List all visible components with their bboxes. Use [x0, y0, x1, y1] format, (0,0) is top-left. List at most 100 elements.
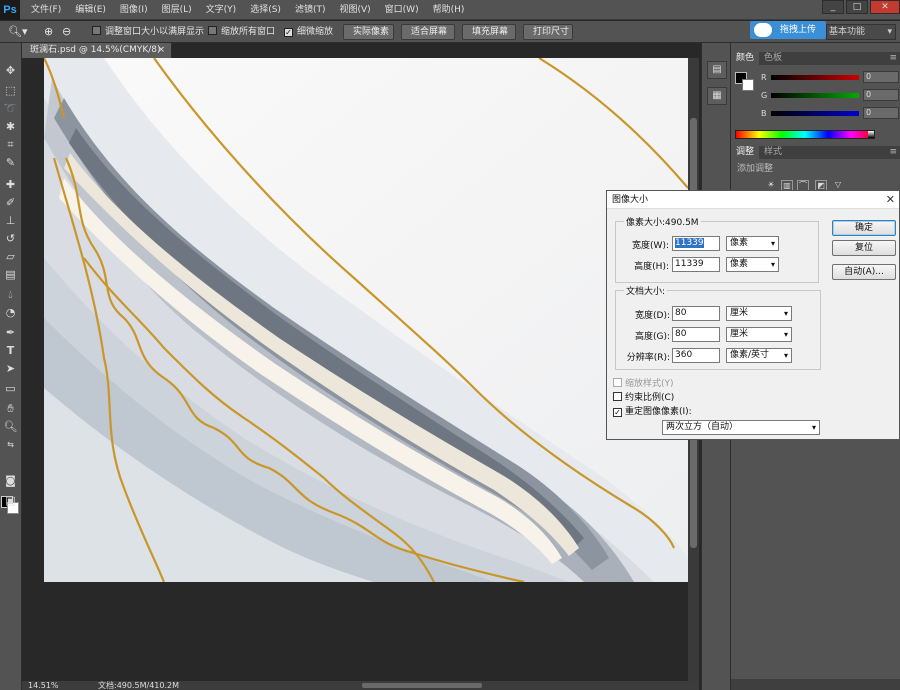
history-brush-tool-icon[interactable]: ↺: [2, 231, 19, 247]
zoom-in-icon[interactable]: ⊕: [44, 24, 53, 40]
resample-checkbox[interactable]: ✓: [613, 408, 622, 417]
ok-button[interactable]: 确定: [832, 220, 896, 236]
blur-tool-icon[interactable]: 💧︎: [2, 287, 19, 303]
resize-windows-option[interactable]: 调整窗口大小以满屏显示: [92, 24, 204, 40]
auto-button[interactable]: 自动(A)...: [832, 264, 896, 280]
zoom-all-checkbox[interactable]: [208, 26, 217, 35]
slider-b-track[interactable]: [771, 111, 859, 116]
lasso-tool-icon[interactable]: ➰: [2, 101, 19, 117]
eraser-tool-icon[interactable]: ▱: [2, 249, 19, 265]
menu-file[interactable]: 文件(F): [24, 0, 68, 20]
slider-r-value[interactable]: 0: [863, 71, 899, 83]
resolution-input[interactable]: 360: [672, 348, 720, 363]
scrubby-zoom-option[interactable]: ✓ 细微缩放: [284, 24, 333, 40]
doc-height-input[interactable]: 80: [672, 327, 720, 342]
slider-g-value[interactable]: 0: [863, 89, 899, 101]
slider-b-value[interactable]: 0: [863, 107, 899, 119]
brush-tool-icon[interactable]: ✐: [2, 195, 19, 211]
eyedropper-tool-icon[interactable]: ✎: [2, 155, 19, 171]
actual-pixels-button[interactable]: 实际像素: [343, 24, 394, 40]
tab-swatches[interactable]: 色板: [759, 52, 787, 65]
menu-view[interactable]: 视图(V): [332, 0, 377, 20]
scrubby-zoom-checkbox[interactable]: ✓: [284, 28, 293, 37]
resample-option[interactable]: ✓ 重定图像像素(I):: [613, 404, 692, 417]
canvas-image[interactable]: [44, 58, 688, 582]
resolution-value: 360: [675, 350, 693, 360]
app-logo: Ps: [0, 0, 20, 20]
tab-color[interactable]: 颜色: [731, 52, 760, 65]
doc-width-unit-select[interactable]: 厘米 ▾: [726, 306, 792, 321]
hand-tool-icon[interactable]: ✋︎: [2, 401, 19, 417]
menu-image[interactable]: 图像(I): [113, 0, 155, 20]
constrain-proportions-checkbox[interactable]: [613, 392, 622, 401]
resize-windows-checkbox[interactable]: [92, 26, 101, 35]
menu-type[interactable]: 文字(Y): [199, 0, 244, 20]
horizontal-scroll-thumb[interactable]: [362, 683, 482, 688]
close-icon[interactable]: ✕: [886, 191, 895, 209]
panel-menu-icon[interactable]: ≡: [889, 146, 897, 159]
rectangle-tool-icon[interactable]: ▭: [2, 381, 19, 397]
doc-width-input[interactable]: 80: [672, 306, 720, 321]
zoom-tool-icon[interactable]: 🔍︎▾: [8, 24, 28, 40]
magic-wand-tool-icon[interactable]: ✱: [2, 119, 19, 135]
slider-r-track[interactable]: [771, 75, 859, 80]
history-panel-icon[interactable]: ▤: [707, 61, 727, 79]
fit-screen-button[interactable]: 适合屏幕: [401, 24, 455, 40]
fill-screen-button[interactable]: 填充屏幕: [462, 24, 516, 40]
zoom-all-option[interactable]: 缩放所有窗口: [208, 24, 275, 40]
menu-select[interactable]: 选择(S): [243, 0, 288, 20]
panel-menu-icon[interactable]: ≡: [889, 52, 897, 65]
width-unit-select[interactable]: 像素 ▾: [726, 236, 779, 251]
healing-brush-tool-icon[interactable]: ✚: [2, 177, 19, 193]
quick-mask-icon[interactable]: ◙: [2, 473, 19, 489]
height-pixels-input[interactable]: 11339: [672, 257, 720, 272]
menu-help[interactable]: 帮助(H): [426, 0, 472, 20]
scale-styles-option[interactable]: 缩放样式(Y): [613, 376, 674, 389]
menu-edit[interactable]: 编辑(E): [68, 0, 113, 20]
path-selection-tool-icon[interactable]: ➤: [2, 361, 19, 377]
menu-filter[interactable]: 滤镜(T): [288, 0, 333, 20]
menu-layer[interactable]: 图层(L): [155, 0, 199, 20]
swap-colors-icon[interactable]: ⇆: [2, 437, 19, 453]
close-tab-icon[interactable]: ×: [157, 43, 165, 58]
dodge-tool-icon[interactable]: ◔: [2, 305, 19, 321]
width-pixels-input[interactable]: 11339: [672, 236, 720, 251]
zoom-level[interactable]: 14.51%: [28, 681, 59, 690]
resolution-unit-select[interactable]: 像素/英寸 ▾: [726, 348, 792, 363]
dialog-titlebar[interactable]: 图像大小 ✕: [607, 191, 899, 209]
gradient-tool-icon[interactable]: ▤: [2, 267, 19, 283]
constrain-proportions-option[interactable]: 约束比例(C): [613, 390, 674, 403]
color-panel-background[interactable]: [742, 79, 754, 91]
height-unit-select[interactable]: 像素 ▾: [726, 257, 779, 272]
slider-g-track[interactable]: [771, 93, 859, 98]
restore-button[interactable]: □: [846, 0, 868, 14]
color-spectrum[interactable]: [735, 130, 875, 139]
menu-window[interactable]: 窗口(W): [378, 0, 426, 20]
doc-height-unit-select[interactable]: 厘米 ▾: [726, 327, 792, 342]
type-tool-icon[interactable]: T: [2, 343, 19, 359]
spectrum-black-white[interactable]: [868, 131, 874, 138]
photoshop-window: Ps 文件(F) 编辑(E) 图像(I) 图层(L) 文字(Y) 选择(S) 滤…: [0, 0, 900, 690]
tab-styles[interactable]: 样式: [759, 146, 787, 159]
scale-styles-checkbox[interactable]: [613, 378, 622, 387]
resample-method-select[interactable]: 两次立方（自动） ▾: [662, 420, 820, 435]
height-unit-value: 像素: [730, 259, 749, 269]
print-size-button[interactable]: 打印尺寸: [523, 24, 573, 40]
reset-button[interactable]: 复位: [832, 240, 896, 256]
pen-tool-icon[interactable]: ✒: [2, 325, 19, 341]
zoom-out-icon[interactable]: ⊖: [62, 24, 71, 40]
cloud-upload-button[interactable]: 拖拽上传: [750, 21, 826, 39]
clone-stamp-tool-icon[interactable]: ⊥: [2, 213, 19, 229]
zoom-tool-icon[interactable]: 🔍︎: [2, 419, 19, 435]
screen-mode-icon[interactable]: ▣: [2, 493, 19, 509]
document-tab[interactable]: 斑澜石.psd @ 14.5%(CMYK/8) ×: [22, 43, 172, 58]
close-window-button[interactable]: ✕: [870, 0, 900, 14]
image-size-dialog: 图像大小 ✕ 像素大小:490.5M 宽度(W): 11339 像素 ▾ 高度(H…: [606, 190, 900, 440]
tab-adjustments[interactable]: 调整: [731, 146, 760, 159]
crop-tool-icon[interactable]: ⌗: [2, 137, 19, 153]
minimize-button[interactable]: _: [822, 0, 844, 14]
move-tool-icon[interactable]: ✥: [2, 63, 19, 79]
marquee-tool-icon[interactable]: ⬚: [2, 83, 19, 99]
workspace-select[interactable]: 基本功能 ▾: [826, 24, 896, 40]
properties-panel-icon[interactable]: ▦: [707, 87, 727, 105]
